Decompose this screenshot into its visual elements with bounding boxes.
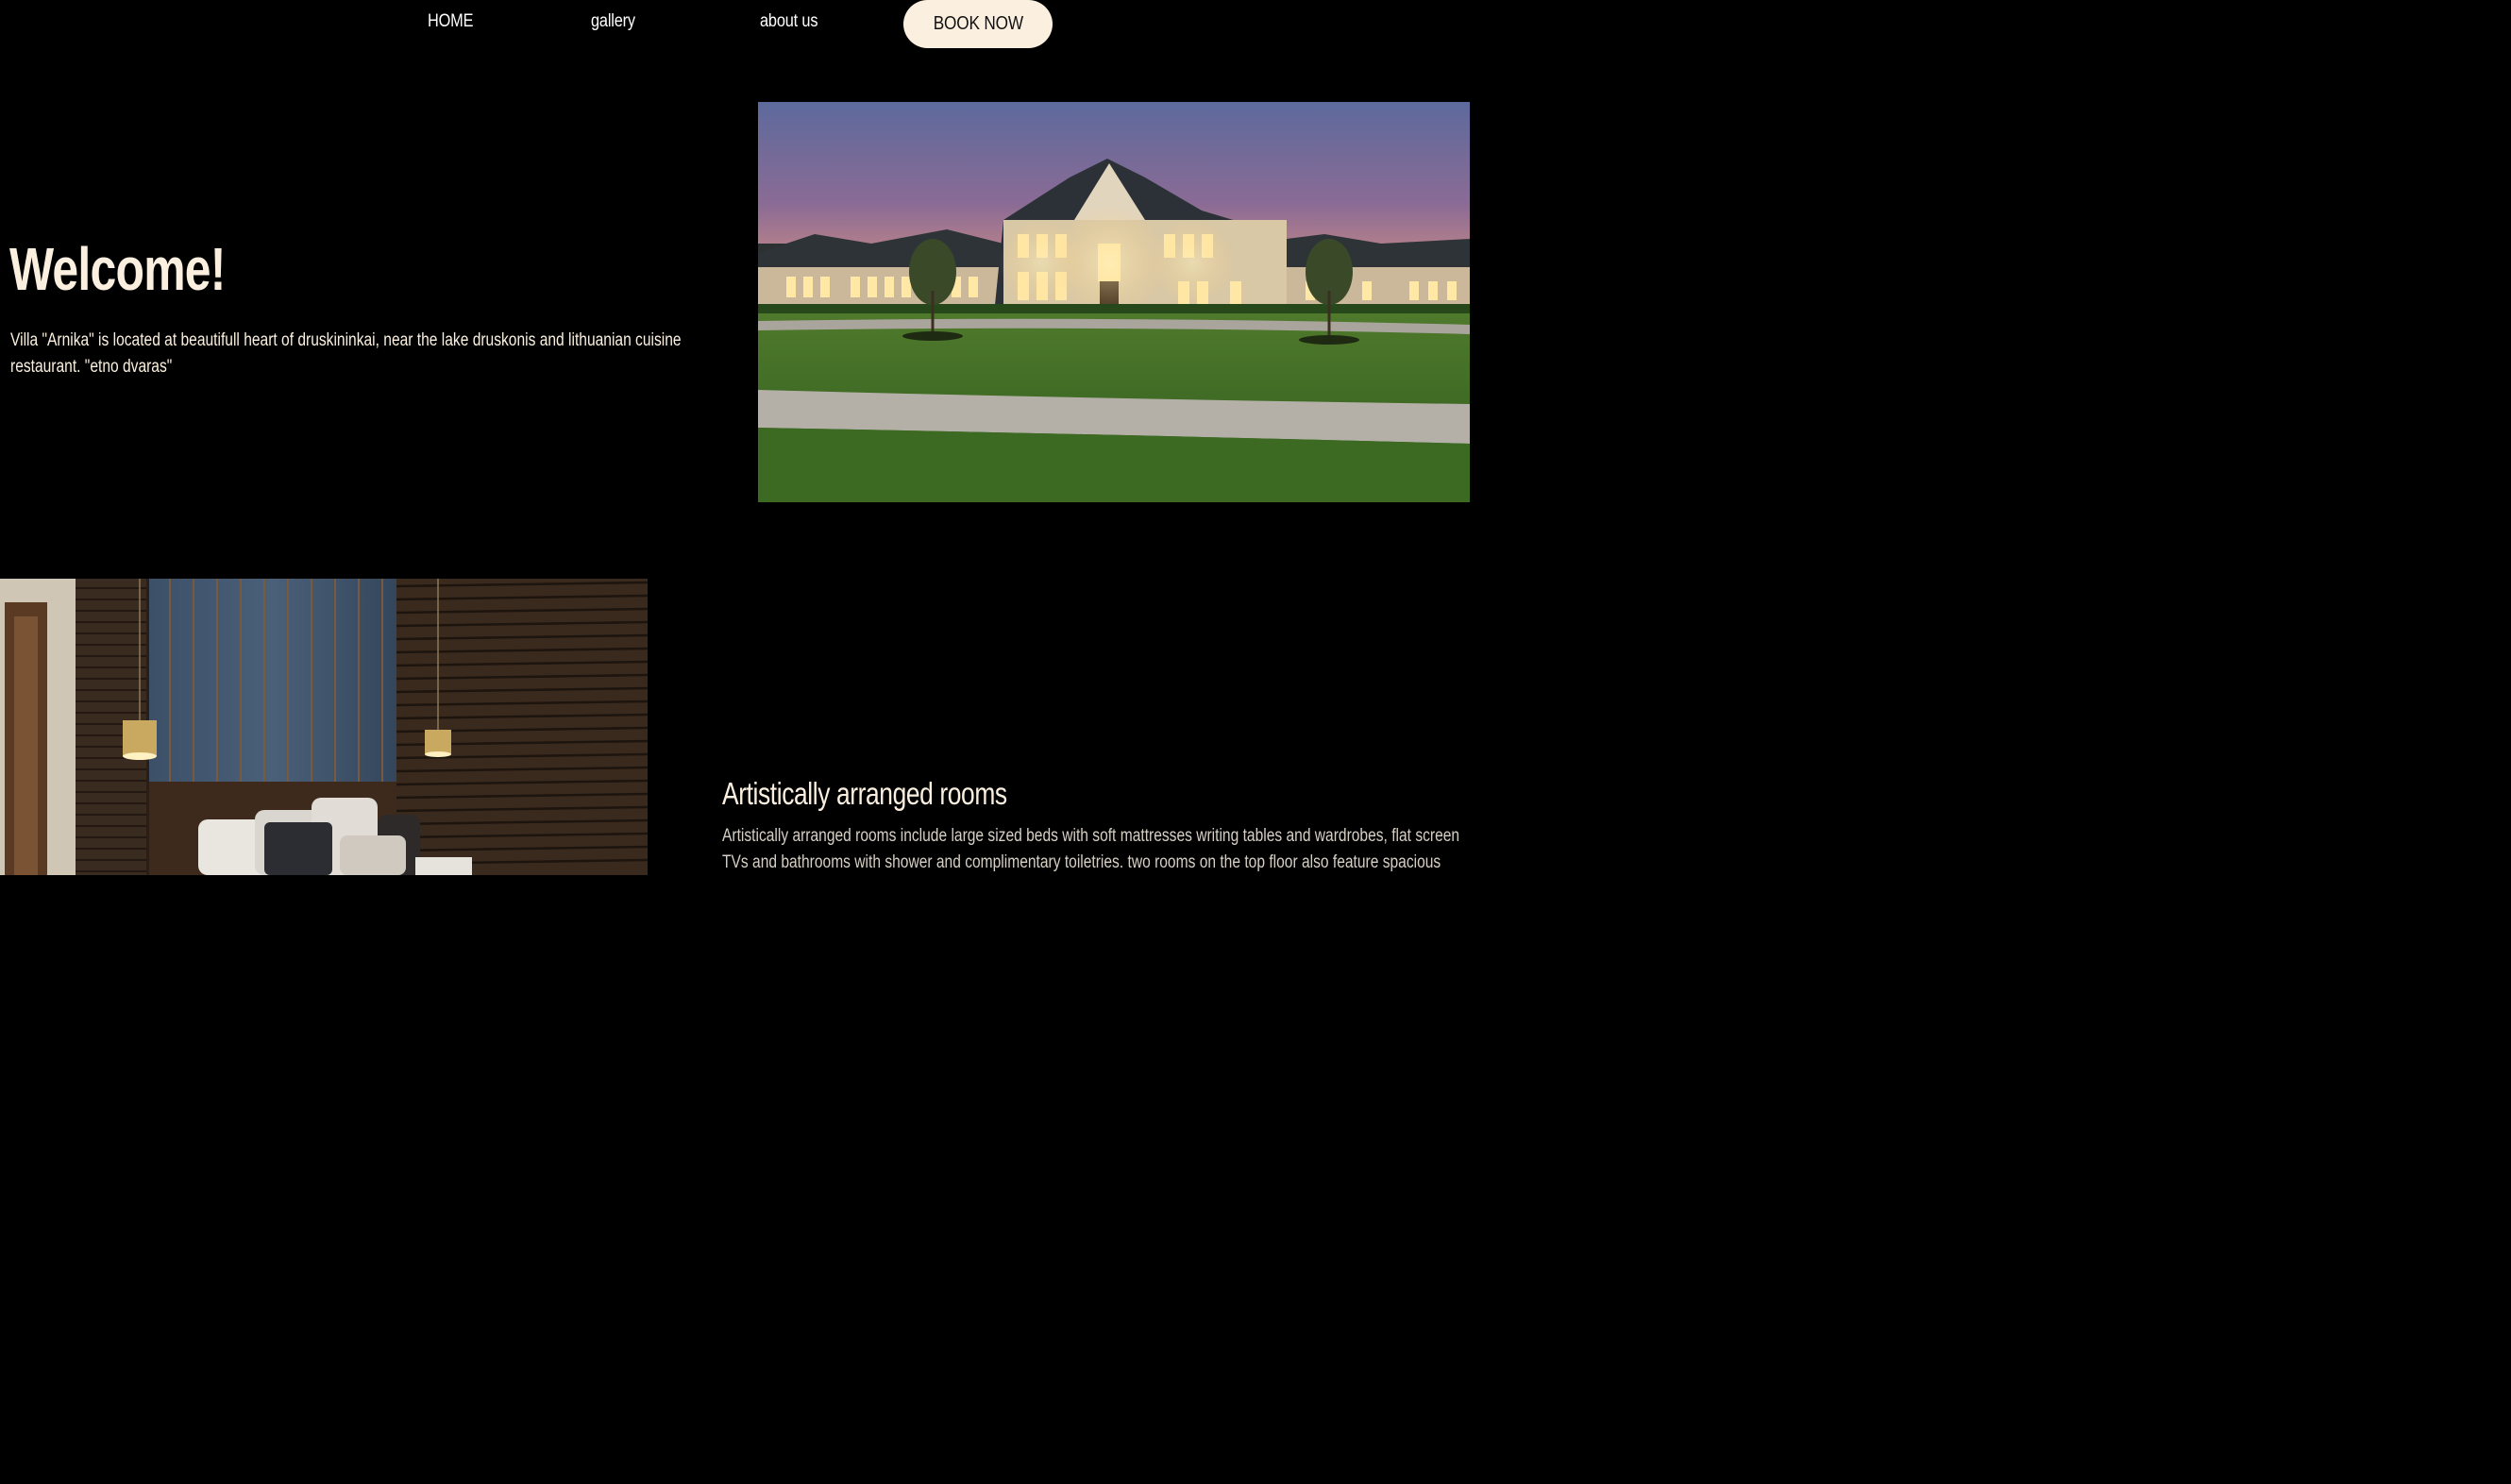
nav-link-about-us[interactable]: about us [760,11,817,32]
welcome-heading: Welcome! [9,235,226,303]
intro-text: Villa "Arnika" is located at beautifull … [10,330,682,377]
rooms-description: Artistically arranged rooms include larg… [722,826,1460,872]
rooms-heading: Artistically arranged rooms [722,776,1007,811]
bedroom-photo [0,579,648,875]
book-now-button[interactable]: BOOK NOW [903,0,1053,48]
villa-exterior-photo [758,102,1470,502]
nav-link-home[interactable]: HOME [428,11,474,32]
book-now-label: BOOK NOW [933,13,1023,34]
top-navigation: HOME gallery about us BOOK NOW [0,0,1480,53]
nav-link-gallery[interactable]: gallery [591,11,635,32]
